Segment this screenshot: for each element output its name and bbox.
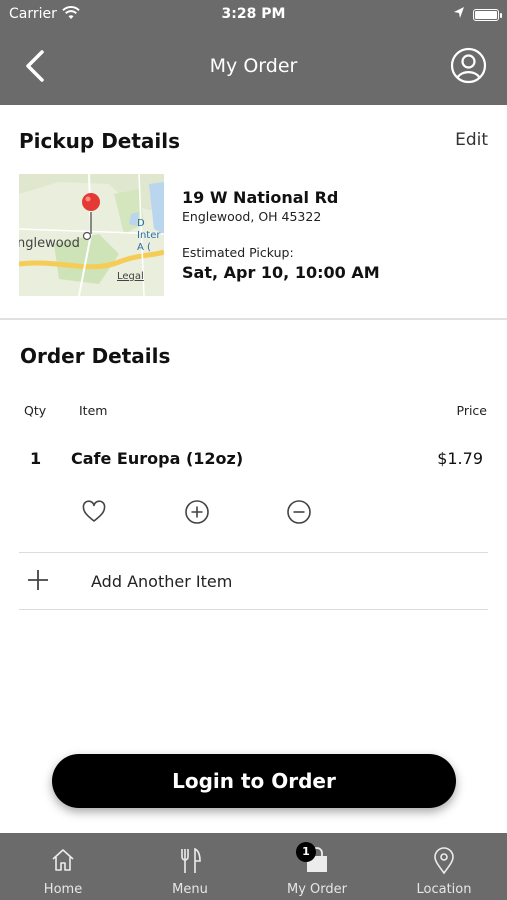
heart-icon <box>82 500 106 522</box>
map-side-label: D Inter A ( <box>137 218 161 253</box>
item-price: $1.79 <box>437 449 483 468</box>
tab-location[interactable]: Location <box>381 833 507 900</box>
add-another-item-button[interactable]: Add Another Item <box>19 553 488 609</box>
item-column-header: Item <box>79 403 108 418</box>
tab-location-label: Location <box>416 882 472 897</box>
app-header: Carrier 3:28 PM My Order <box>0 0 507 105</box>
battery-tip <box>500 13 502 18</box>
battery-icon <box>473 9 499 21</box>
plus-circle-icon <box>185 500 209 524</box>
section-divider <box>0 318 507 320</box>
login-to-order-button[interactable]: Login to Order <box>52 754 456 808</box>
pickup-address-line2: Englewood, OH 45322 <box>182 209 322 224</box>
order-details-heading: Order Details <box>20 344 171 368</box>
fork-knife-icon <box>181 847 201 873</box>
item-name: Cafe Europa (12oz) <box>71 449 244 468</box>
cart-count-badge: 1 <box>296 842 316 862</box>
tab-my-order[interactable]: My Order <box>254 833 380 900</box>
status-time: 3:28 PM <box>221 6 286 22</box>
tab-menu[interactable]: Menu <box>127 833 253 900</box>
edit-pickup-link[interactable]: Edit <box>455 130 488 150</box>
increase-quantity-button[interactable] <box>184 499 210 525</box>
qty-column-header: Qty <box>24 403 47 418</box>
pickup-address-line1: 19 W National Rd <box>182 188 339 207</box>
tab-menu-label: Menu <box>172 882 208 897</box>
location-arrow-icon <box>454 7 464 18</box>
tab-home-label: Home <box>43 882 83 897</box>
favorite-button[interactable] <box>81 499 107 525</box>
decrease-quantity-button[interactable] <box>286 499 312 525</box>
add-another-item-label: Add Another Item <box>91 572 233 591</box>
estimated-pickup-value: Sat, Apr 10, 10:00 AM <box>182 263 380 282</box>
status-bar: Carrier 3:28 PM <box>0 0 507 28</box>
add-item-divider <box>19 609 488 610</box>
item-qty: 1 <box>30 449 42 468</box>
tab-bar: Home Menu My Order Location <box>0 833 507 900</box>
map-place-label: nglewood <box>19 236 80 251</box>
pickup-details-heading: Pickup Details <box>19 129 181 153</box>
price-column-header: Price <box>456 403 488 418</box>
estimated-pickup-label: Estimated Pickup: <box>182 245 294 260</box>
page-title: My Order <box>209 55 298 77</box>
location-pin-icon <box>434 847 454 875</box>
minus-circle-icon <box>287 500 311 524</box>
plus-icon <box>28 570 48 590</box>
tab-my-order-label: My Order <box>287 882 347 897</box>
home-icon <box>52 849 74 871</box>
user-icon <box>450 47 487 84</box>
tab-home[interactable]: Home <box>0 833 126 900</box>
pickup-map[interactable]: nglewood Legal D Inter A ( <box>19 174 164 296</box>
profile-button[interactable] <box>450 47 487 84</box>
map-legal-link[interactable]: Legal <box>117 271 144 282</box>
